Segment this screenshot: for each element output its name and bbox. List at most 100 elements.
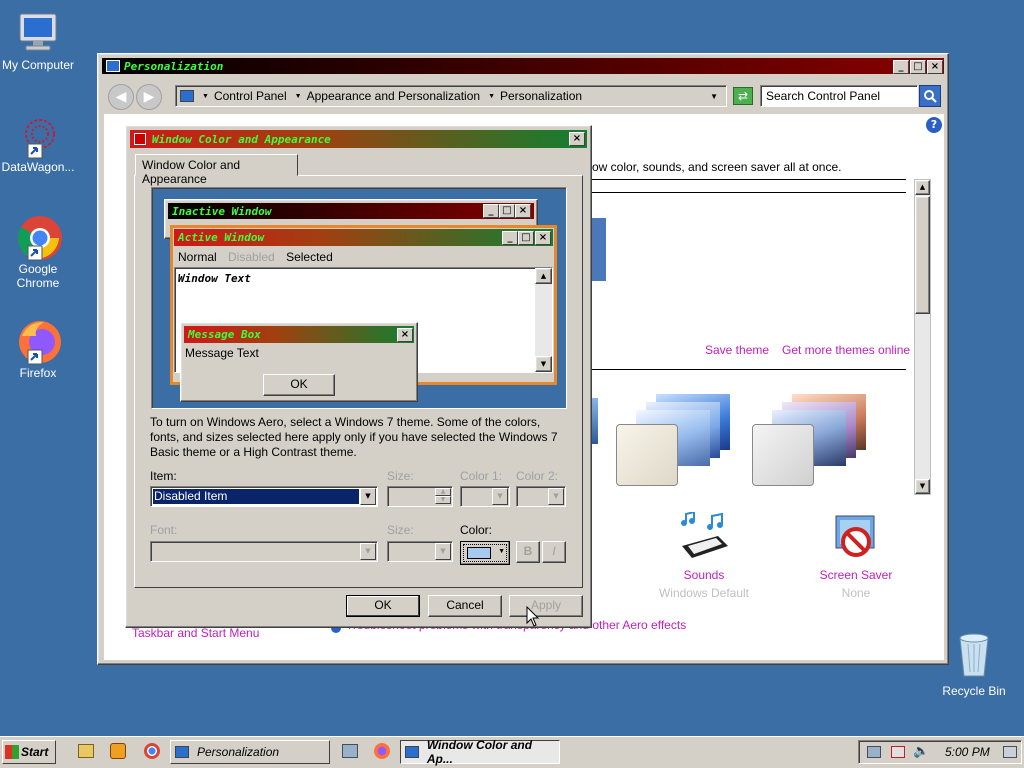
breadcrumb-appearance[interactable]: Appearance and Personalization bbox=[307, 89, 480, 103]
security-tray-icon[interactable] bbox=[891, 746, 905, 758]
control-panel-icon bbox=[180, 90, 194, 102]
mouse-cursor-icon bbox=[526, 606, 540, 627]
ok-button[interactable]: OK bbox=[346, 595, 420, 617]
breadcrumb-separator-icon: ▼ bbox=[488, 92, 495, 100]
quicklaunch-chrome-icon[interactable] bbox=[144, 743, 160, 759]
menu-selected: Selected bbox=[286, 250, 333, 264]
computer-icon bbox=[19, 13, 57, 51]
sounds-sub: Windows Default bbox=[658, 586, 750, 600]
minimize-button[interactable]: _ bbox=[893, 60, 909, 74]
scroll-down-button[interactable]: ▼ bbox=[915, 479, 930, 494]
quicklaunch-network-icon[interactable] bbox=[342, 744, 358, 758]
personalization-window-icon bbox=[106, 60, 120, 72]
theme-thumbnail-2[interactable] bbox=[752, 390, 870, 488]
desktop-icon-my-computer[interactable]: My Computer bbox=[0, 10, 76, 72]
dialog-window-icon bbox=[134, 133, 146, 145]
color-label: Color: bbox=[460, 523, 493, 537]
desktop-icon-label: DataWagon... bbox=[1, 160, 75, 174]
taskbar-item-label: Personalization bbox=[197, 745, 280, 759]
dialog-title: Window Color and Appearance bbox=[152, 132, 331, 146]
color2-picker: ▼ bbox=[516, 486, 566, 507]
preview-scrollbar: ▲ ▼ bbox=[535, 268, 552, 372]
bold-button: B bbox=[516, 541, 540, 563]
quicklaunch-firefox-icon[interactable] bbox=[374, 743, 390, 759]
chevron-down-icon: ▼ bbox=[435, 543, 451, 560]
maximize-button[interactable]: □ bbox=[910, 60, 926, 74]
apply-button[interactable]: Apply bbox=[509, 595, 583, 617]
preview-inactive-close: × bbox=[515, 204, 531, 218]
close-button[interactable]: × bbox=[927, 60, 943, 74]
font-size-select: ▼ bbox=[387, 541, 453, 562]
refresh-button[interactable]: ⇄ bbox=[733, 87, 753, 105]
chevron-down-icon: ▼ bbox=[548, 488, 564, 505]
breadcrumb-separator-icon: ▼ bbox=[202, 92, 209, 100]
desktop-icon-label: Google Chrome bbox=[16, 262, 60, 290]
forward-button[interactable]: ▶ bbox=[136, 84, 162, 110]
save-theme-link[interactable]: Save theme bbox=[705, 343, 769, 357]
window-text: Window Text bbox=[178, 272, 251, 285]
intro-text: ow color, sounds, and screen saver all a… bbox=[592, 160, 842, 174]
preview-active-titlebar: Active Window bbox=[174, 229, 553, 246]
chevron-down-icon[interactable]: ▼ bbox=[360, 488, 376, 505]
dialog-titlebar: Window Color and Appearance bbox=[130, 130, 587, 148]
color-picker-button[interactable]: ▼ bbox=[460, 541, 510, 565]
address-dropdown-icon[interactable]: ▼ bbox=[710, 92, 718, 101]
taskbar-start-menu-link[interactable]: Taskbar and Start Menu bbox=[132, 626, 259, 640]
cancel-button[interactable]: Cancel bbox=[428, 595, 502, 617]
desktop-icon-firefox[interactable]: Firefox bbox=[0, 318, 76, 380]
taskbar-item-personalization[interactable]: Personalization bbox=[170, 740, 330, 764]
theme-thumbnail-1[interactable] bbox=[616, 390, 734, 488]
help-icon[interactable]: ? bbox=[926, 117, 942, 133]
tab-window-color[interactable]: Window Color and Appearance bbox=[135, 154, 298, 186]
back-button[interactable]: ◀ bbox=[108, 84, 134, 110]
dialog-window-icon bbox=[405, 746, 419, 758]
spinner-icon: ▼ bbox=[435, 496, 451, 504]
start-button[interactable]: Start bbox=[2, 740, 56, 764]
preview-active-close: × bbox=[535, 231, 551, 245]
item-select[interactable]: Disabled Item ▼ bbox=[150, 486, 378, 507]
address-bar[interactable]: ▼ Control Panel ▼ Appearance and Persona… bbox=[175, 85, 727, 107]
breadcrumb-control-panel[interactable]: Control Panel bbox=[214, 89, 287, 103]
screen-saver-label[interactable]: Screen Saver bbox=[806, 568, 906, 582]
menu-disabled: Disabled bbox=[228, 250, 275, 264]
quicklaunch-media-icon[interactable] bbox=[110, 743, 126, 759]
volume-tray-icon[interactable]: 🔈 bbox=[913, 744, 929, 759]
theme-list-divider bbox=[582, 192, 906, 193]
get-more-themes-link[interactable]: Get more themes online bbox=[782, 343, 910, 357]
quicklaunch-explorer-icon[interactable] bbox=[78, 744, 94, 758]
search-input[interactable]: Search Control Panel bbox=[760, 85, 918, 107]
network-tray-icon[interactable] bbox=[867, 746, 881, 758]
scroll-up-button[interactable]: ▲ bbox=[915, 180, 930, 195]
spinner-icon: ▲ bbox=[435, 488, 451, 496]
color1-picker: ▼ bbox=[460, 486, 510, 507]
italic-button: I bbox=[542, 541, 566, 563]
notification-tray-icon[interactable] bbox=[1003, 746, 1017, 758]
clock[interactable]: 5:00 PM bbox=[945, 745, 990, 759]
desktop-icon-datawagon[interactable]: DataWagon... bbox=[0, 114, 76, 174]
screen-saver-item[interactable]: Screen Saver None bbox=[806, 514, 906, 600]
preview-menu: Normal Disabled Selected bbox=[178, 250, 333, 264]
search-icon bbox=[924, 90, 937, 103]
dialog-close-button[interactable]: × bbox=[569, 132, 585, 146]
taskbar-item-window-color[interactable]: Window Color and Ap... bbox=[400, 738, 560, 766]
message-box-ok: OK bbox=[263, 374, 335, 396]
chevron-down-icon: ▼ bbox=[360, 543, 376, 560]
font-select: ▼ bbox=[150, 541, 378, 562]
windows-logo-icon bbox=[5, 745, 19, 759]
search-button[interactable] bbox=[919, 85, 941, 107]
sounds-item[interactable]: Sounds Windows Default bbox=[654, 512, 754, 600]
desktop-icon-label: Recycle Bin bbox=[942, 684, 1006, 698]
preview-active-minimize: _ bbox=[502, 231, 518, 245]
sounds-label[interactable]: Sounds bbox=[654, 568, 754, 582]
item-label: Item: bbox=[150, 469, 177, 483]
theme-list-scrollbar[interactable]: ▲ ▼ bbox=[914, 179, 931, 495]
system-tray: 🔈 5:00 PM bbox=[858, 740, 1022, 764]
datawagon-icon bbox=[25, 119, 55, 159]
size-label: Size: bbox=[387, 469, 414, 483]
font-size-label: Size: bbox=[387, 523, 414, 537]
preview-inactive-maximize: □ bbox=[499, 204, 515, 218]
desktop-icon-google-chrome[interactable]: Google Chrome bbox=[0, 214, 76, 290]
color-swatch bbox=[467, 547, 491, 559]
breadcrumb-personalization[interactable]: Personalization bbox=[500, 89, 582, 103]
scroll-thumb[interactable] bbox=[915, 196, 930, 314]
